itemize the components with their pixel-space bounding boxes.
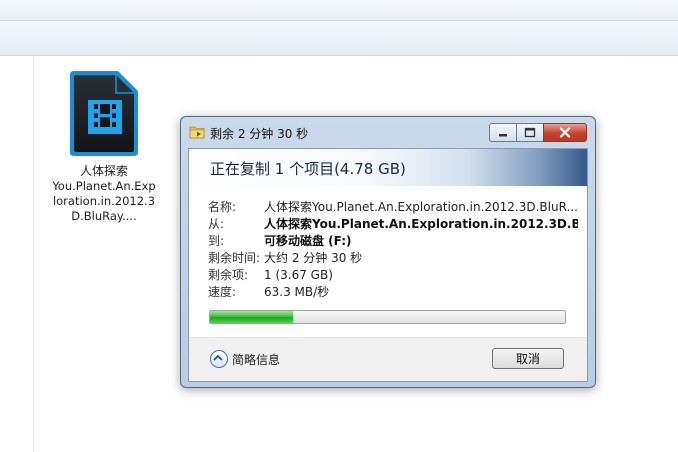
minimize-icon xyxy=(499,134,507,137)
copy-details: 名称: 人体探索You.Planet.An.Exploration.in.201… xyxy=(208,199,578,301)
window-controls xyxy=(489,123,587,142)
video-file-icon xyxy=(66,68,142,158)
detail-row-speed: 速度: 63.3 MB/秒 xyxy=(208,284,578,301)
dialog-header: 正在复制 1 个项目(4.78 GB) xyxy=(189,149,587,186)
dialog-footer: 简略信息 取消 xyxy=(189,338,587,381)
to-label: 到: xyxy=(208,234,225,248)
time-left-label: 剩余时间: xyxy=(208,251,261,265)
items-left-label: 剩余项: xyxy=(208,268,249,282)
less-info-label: 简略信息 xyxy=(232,352,281,367)
chevron-up-icon xyxy=(210,350,228,368)
items-left-value: 1 (3.67 GB) xyxy=(264,268,333,282)
detail-row-items-left: 剩余项: 1 (3.67 GB) xyxy=(208,267,578,284)
speed-value: 63.3 MB/秒 xyxy=(264,285,330,299)
detail-row-time-left: 剩余时间: 大约 2 分钟 30 秒 xyxy=(208,250,578,267)
copy-heading: 正在复制 1 个项目(4.78 GB) xyxy=(210,160,406,178)
close-button[interactable] xyxy=(543,123,587,142)
detail-row-from: 从: 人体探索You.Planet.An.Exploration.in.2012… xyxy=(208,216,578,233)
from-value-link[interactable]: 人体探索You.Planet.An.Exploration.in.2012.3D… xyxy=(264,216,578,233)
file-name-label: 人体探索 You.Planet.An.Exploration.in.2012.3… xyxy=(52,164,156,224)
less-info-toggle[interactable]: 简略信息 xyxy=(210,350,280,368)
file-name-rest: You.Planet.An.Exploration.in.2012.3D.Blu… xyxy=(52,179,156,223)
copy-progress-dialog: 剩余 2 分钟 30 秒 正在复制 1 个项目(4.78 GB) 名称: 人体探… xyxy=(180,116,596,388)
name-label: 名称: xyxy=(208,200,237,214)
explorer-toolbar xyxy=(0,21,678,56)
dialog-title: 剩余 2 分钟 30 秒 xyxy=(210,127,309,141)
time-left-value: 大约 2 分钟 30 秒 xyxy=(264,251,363,265)
copy-progress-bar xyxy=(209,310,566,324)
maximize-icon xyxy=(524,127,536,138)
dialog-titlebar[interactable]: 剩余 2 分钟 30 秒 xyxy=(181,117,595,147)
progress-fill xyxy=(210,311,294,323)
minimize-button[interactable] xyxy=(489,123,517,142)
to-value-link[interactable]: 可移动磁盘 (F:) xyxy=(264,233,578,250)
cancel-button[interactable]: 取消 xyxy=(492,348,564,369)
explorer-top-bar xyxy=(0,0,678,21)
detail-row-name: 名称: 人体探索You.Planet.An.Exploration.in.201… xyxy=(208,199,578,216)
copy-folder-icon xyxy=(189,125,205,139)
close-icon xyxy=(559,127,571,138)
speed-label: 速度: xyxy=(208,285,237,299)
dialog-client-area: 正在复制 1 个项目(4.78 GB) 名称: 人体探索You.Planet.A… xyxy=(188,148,588,382)
name-value: 人体探索You.Planet.An.Exploration.in.2012.3D… xyxy=(264,200,578,214)
file-item[interactable]: 人体探索 You.Planet.An.Exploration.in.2012.3… xyxy=(52,68,156,224)
from-label: 从: xyxy=(208,217,225,231)
maximize-button[interactable] xyxy=(516,123,544,142)
detail-row-to: 到: 可移动磁盘 (F:) xyxy=(208,233,578,250)
file-name-line1: 人体探索 xyxy=(79,164,128,178)
